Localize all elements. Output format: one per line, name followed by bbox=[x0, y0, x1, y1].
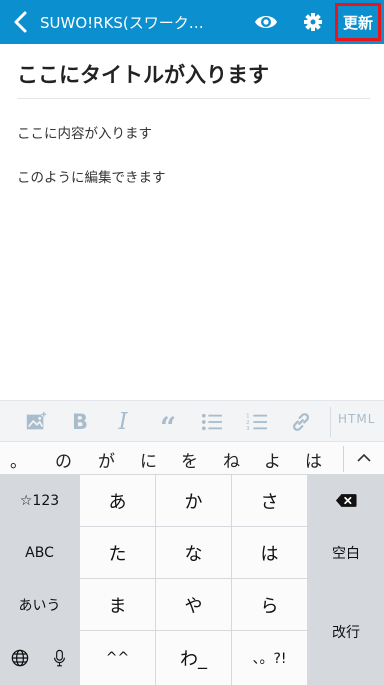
bullet-list-button[interactable] bbox=[200, 409, 224, 435]
content-line[interactable]: このように編集できます bbox=[17, 166, 166, 186]
italic-icon: I bbox=[118, 409, 128, 435]
gear-icon bbox=[304, 13, 322, 31]
navigation-bar: SUWO!RKS(スワーク… 更新 bbox=[0, 0, 384, 44]
prediction-candidate[interactable]: の bbox=[55, 447, 72, 472]
dakuten-key[interactable]: ^^ bbox=[80, 631, 155, 685]
prediction-bar: 。 の が に を ね よ は bbox=[0, 442, 384, 475]
prediction-candidate[interactable]: ね bbox=[223, 447, 240, 472]
backspace-icon bbox=[335, 494, 357, 507]
bold-icon: B bbox=[71, 410, 88, 434]
numbered-list-icon: 1 2 3 bbox=[246, 413, 267, 432]
japanese-keyboard: ☆123 あ か さ ABC た な は 空白 あいう ま や ら 改行 ^^ … bbox=[0, 475, 384, 685]
dictation-key[interactable] bbox=[40, 631, 79, 685]
chevron-left-icon bbox=[14, 11, 27, 33]
back-button[interactable] bbox=[12, 10, 32, 34]
image-icon bbox=[26, 411, 47, 430]
prediction-candidate[interactable]: を bbox=[181, 447, 198, 472]
settings-button[interactable] bbox=[302, 11, 324, 33]
delete-key[interactable] bbox=[308, 475, 384, 526]
quote-icon: “ bbox=[159, 410, 177, 444]
return-key[interactable]: 改行 bbox=[308, 579, 384, 685]
space-key[interactable]: 空白 bbox=[308, 527, 384, 578]
expand-candidates-button[interactable] bbox=[356, 450, 372, 466]
kana-key[interactable]: さ bbox=[232, 475, 307, 526]
kana-key[interactable]: や bbox=[156, 579, 231, 630]
kana-key[interactable]: た bbox=[80, 527, 155, 578]
prediction-candidate[interactable]: が bbox=[98, 447, 115, 472]
kana-key[interactable]: は bbox=[232, 527, 307, 578]
insert-image-button[interactable] bbox=[24, 409, 48, 435]
svg-text:2: 2 bbox=[246, 420, 249, 426]
chevron-up-icon bbox=[357, 453, 371, 462]
italic-button[interactable]: I bbox=[111, 409, 135, 435]
globe-key[interactable] bbox=[0, 631, 39, 685]
title-divider bbox=[17, 98, 370, 99]
punctuation-key[interactable]: 、。?! bbox=[232, 631, 307, 685]
kana-key[interactable]: か bbox=[156, 475, 231, 526]
prediction-candidate[interactable]: に bbox=[140, 447, 157, 472]
kana-key[interactable]: な bbox=[156, 527, 231, 578]
alphabet-mode-key[interactable]: ABC bbox=[0, 527, 79, 578]
link-icon bbox=[293, 413, 309, 431]
preview-button[interactable] bbox=[254, 12, 278, 32]
numbered-list-button[interactable]: 1 2 3 bbox=[245, 409, 269, 435]
prediction-candidate[interactable]: 。 bbox=[10, 447, 27, 472]
globe-icon bbox=[11, 649, 28, 667]
prediction-divider bbox=[343, 446, 344, 472]
quote-button[interactable]: “ bbox=[155, 409, 181, 444]
post-title[interactable]: ここにタイトルが入ります bbox=[17, 59, 269, 89]
editor-area[interactable]: ここにタイトルが入ります ここに内容が入ります このように編集できます bbox=[0, 44, 384, 400]
kana-key[interactable]: ま bbox=[80, 579, 155, 630]
content-line[interactable]: ここに内容が入ります bbox=[17, 122, 152, 142]
site-title: SUWO!RKS(スワーク… bbox=[40, 14, 204, 32]
html-mode-button[interactable]: HTML bbox=[338, 412, 375, 426]
prediction-candidate[interactable]: は bbox=[305, 447, 322, 472]
kana-key[interactable]: あ bbox=[80, 475, 155, 526]
symbol-mode-key[interactable]: ☆123 bbox=[0, 475, 79, 526]
svg-text:3: 3 bbox=[246, 426, 250, 432]
microphone-icon bbox=[54, 649, 65, 666]
eye-icon bbox=[255, 16, 277, 28]
toolbar-divider bbox=[330, 407, 331, 437]
svg-text:1: 1 bbox=[246, 413, 249, 419]
kana-key[interactable]: わ_ bbox=[156, 631, 231, 685]
bullet-list-icon bbox=[202, 413, 222, 431]
bold-button[interactable]: B bbox=[68, 409, 92, 435]
prediction-candidate[interactable]: よ bbox=[264, 447, 281, 472]
hiragana-mode-key[interactable]: あいう bbox=[0, 579, 79, 630]
link-button[interactable] bbox=[289, 409, 313, 435]
kana-key[interactable]: ら bbox=[232, 579, 307, 630]
format-toolbar: B I “ 1 2 3 HTML bbox=[0, 400, 384, 444]
update-button[interactable]: 更新 bbox=[335, 3, 381, 41]
